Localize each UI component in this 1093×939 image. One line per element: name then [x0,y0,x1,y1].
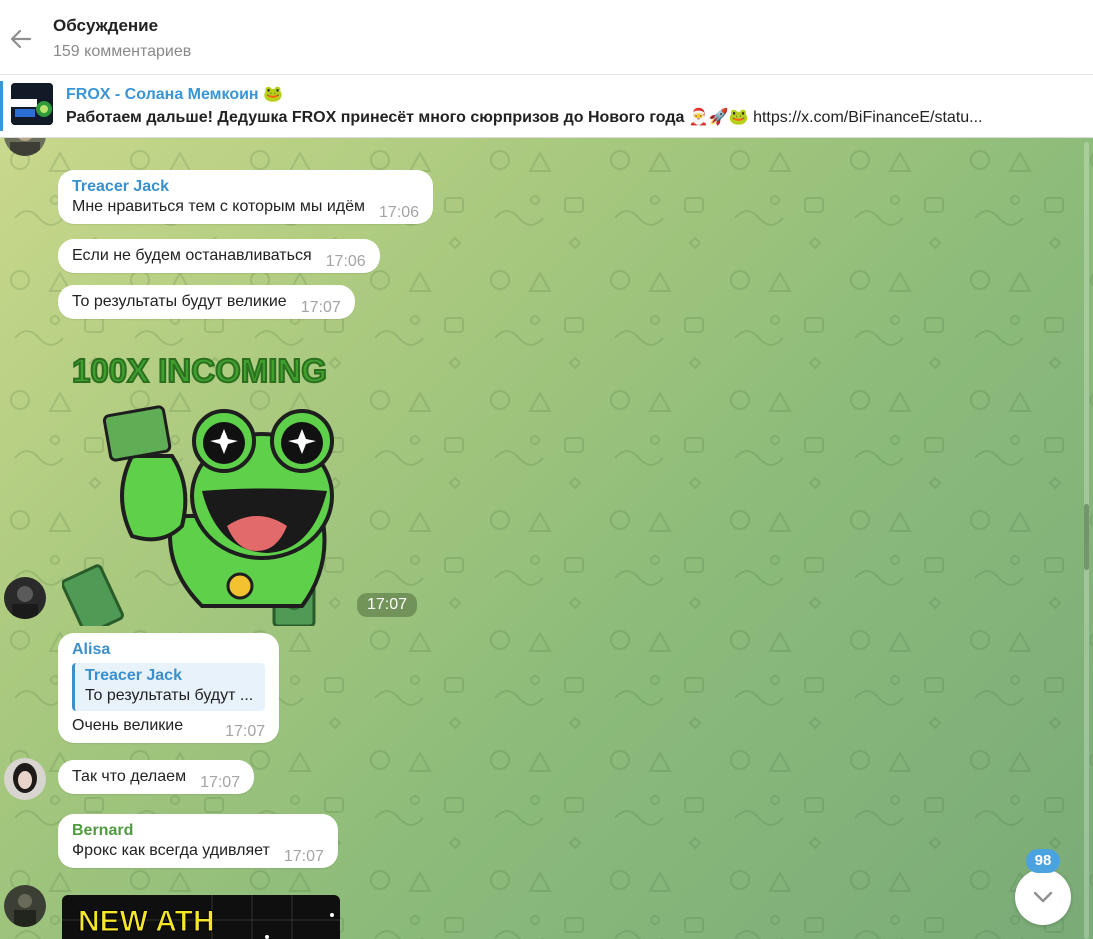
header-title: Обсуждение [53,16,159,35]
message-text: Фрокс как всегда удивляет [72,842,270,859]
pinned-text-bold: Работаем дальше! Дедушка FROX принесёт м… [66,109,685,126]
message-time: 17:06 [379,204,420,221]
unread-badge: 98 [1026,849,1060,873]
frog-icon [62,405,334,626]
image-message[interactable]: NEW ATH [62,895,340,939]
sticker-time: 17:07 [357,593,418,617]
message-bubble[interactable]: Bernard Фрокс как всегда удивляет 17:07 [58,814,338,868]
pinned-post[interactable]: FROX - Солана Мемкоин 🐸 Работаем дальше!… [0,75,1093,138]
sender-name[interactable]: Bernard [72,822,324,840]
scrollbar-thumb[interactable] [1084,504,1089,570]
message-text: Если не будем останавливаться [72,247,312,264]
message-time: 17:07 [300,299,341,316]
message-bubble[interactable]: То результаты будут великие 17:07 [58,285,355,319]
scroll-down-button[interactable] [1015,869,1071,925]
message-time: 17:07 [200,774,241,791]
message-text: Мне нравиться тем с которым мы идём [72,198,366,215]
sender-name[interactable]: Treacer Jack [72,178,419,196]
message-text: Так что делаем [72,768,187,785]
chat-header: Обсуждение 159 комментариев [0,0,1093,75]
message-time: 17:07 [283,848,324,865]
reply-sender: Treacer Jack [85,667,182,684]
pinned-channel-title: FROX - Солана Мемкоин 🐸 [66,86,283,103]
pinned-accent-bar [0,81,3,131]
frog-sticker[interactable]: 100X INCOMING [62,344,352,626]
message-time: 17:07 [225,723,266,740]
chevron-down-icon [1033,891,1053,903]
message-time: 17:06 [325,253,366,270]
reply-text: То результаты будут ... [85,687,254,704]
avatar[interactable] [4,577,46,619]
message-text: Очень великие [72,717,184,734]
avatar[interactable] [4,885,46,927]
message-bubble[interactable]: Alisa Treacer Jack То результаты будут .… [58,633,280,743]
pinned-link[interactable]: https://x.com/BiFinanceE/statu... [753,109,982,126]
pinned-emoji: 🎅🚀🐸 [684,109,754,126]
back-arrow-icon[interactable] [6,24,36,54]
image-caption: NEW ATH [78,905,216,939]
pinned-thumbnail [11,83,53,125]
sticker-caption: 100X INCOMING [71,351,328,390]
message-bubble[interactable]: Если не будем останавливаться 17:06 [58,239,380,273]
sender-name[interactable]: Alisa [72,641,265,659]
message-text: То результаты будут великие [72,293,287,310]
reply-quote[interactable]: Treacer Jack То результаты будут ... [72,663,266,711]
chat-area[interactable]: Treacer Jack Мне нравиться тем с которым… [0,138,1093,939]
avatar[interactable] [4,758,46,800]
comments-count: 159 комментариев [53,43,192,60]
message-bubble[interactable]: Так что делаем 17:07 [58,760,255,794]
message-bubble[interactable]: Treacer Jack Мне нравиться тем с которым… [58,170,434,224]
pinned-text: Работаем дальше! Дедушка FROX принесёт м… [66,107,1076,127]
